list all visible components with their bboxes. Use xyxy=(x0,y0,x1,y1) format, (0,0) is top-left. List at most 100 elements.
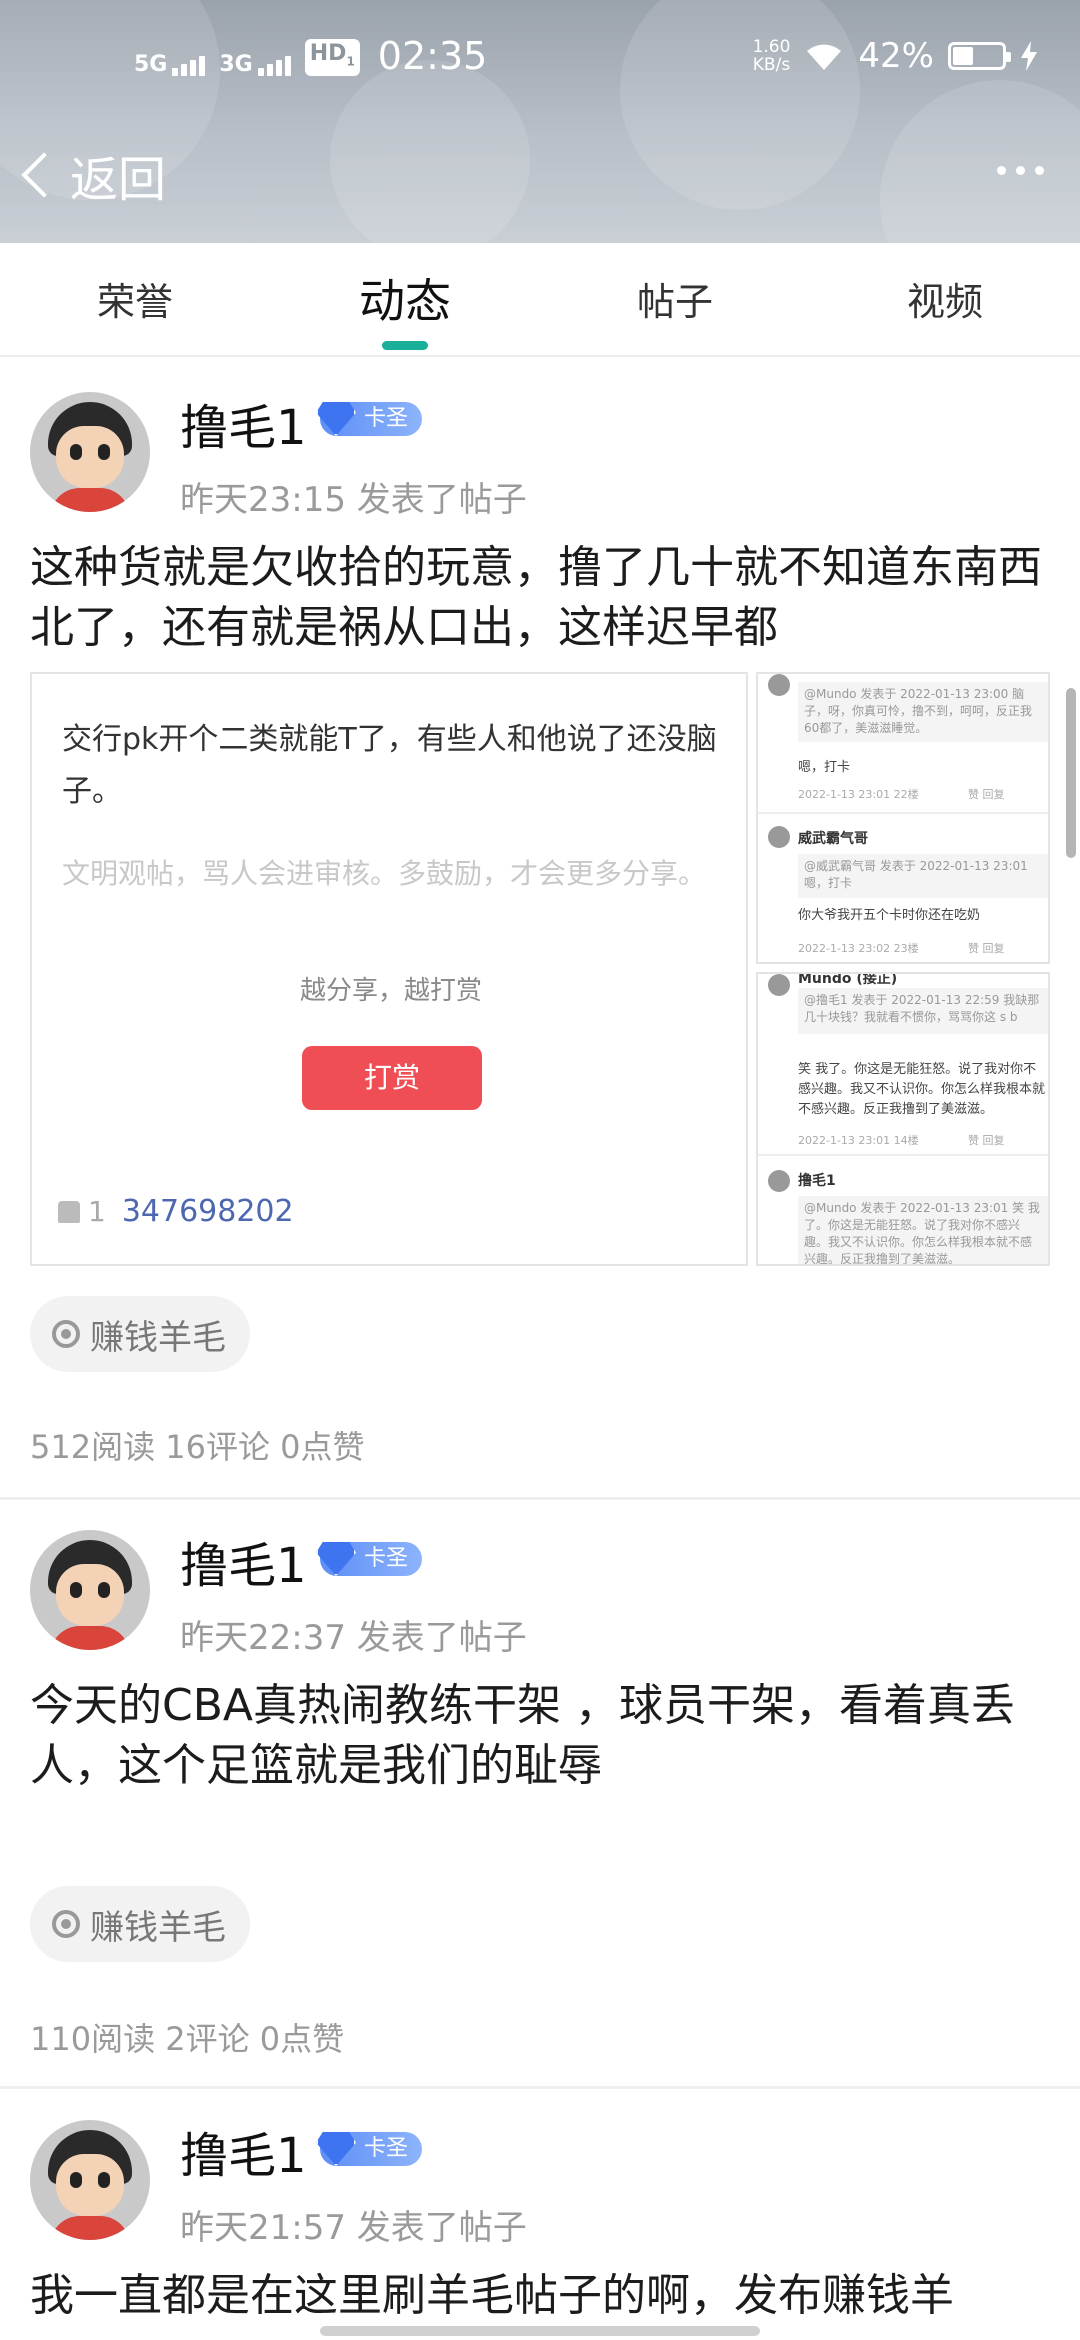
level-badge: 卡圣 xyxy=(316,1540,422,1576)
target-icon xyxy=(52,1910,80,1938)
level-badge: 卡圣 xyxy=(316,400,422,436)
tab-activity[interactable]: 动态 xyxy=(305,265,505,331)
mini-quote: @撸毛1 发表于 2022-01-13 22:59 我缺那几十块钱？我就看不惯你… xyxy=(798,988,1048,1034)
more-options-button[interactable] xyxy=(997,166,1044,175)
profile-header: 5G 3G HD1 02:35 1.60 KB/s 42% 返回 xyxy=(0,0,1080,243)
avatar[interactable] xyxy=(30,1530,150,1650)
signal-5g-label: 5G xyxy=(134,52,168,77)
back-button[interactable]: 返回 xyxy=(21,140,167,210)
mini-quote: @Mundo 发表于 2022-01-13 23:01 笑 我了。你这是无能狂怒… xyxy=(798,1196,1048,1264)
hd-sub-label: 1 xyxy=(346,54,355,68)
chevron-left-icon xyxy=(21,152,67,198)
mini-quote: @Mundo 发表于 2022-01-13 23:00 脑子，呀，你真可怜，撸不… xyxy=(798,682,1048,742)
post-content[interactable]: 今天的CBA真热闹教练干架 ，球员干架，看着真丢人，这个足篮就是我们的耻辱 xyxy=(30,1676,1050,1796)
topic-tag[interactable]: 赚钱羊毛 xyxy=(30,1296,250,1372)
image-share-text: 越分享，越打赏 xyxy=(299,976,482,1006)
post-divider xyxy=(0,2086,1080,2089)
active-tab-indicator xyxy=(382,341,428,350)
battery-percent: 42% xyxy=(858,36,934,76)
post-content[interactable]: 这种货就是欠收拾的玩意，撸了几十就不知道东南西北了，还有就是祸从口出，这样迟早都 xyxy=(30,538,1050,658)
thumbs-up-icon xyxy=(58,1200,80,1223)
mini-quote: @威武霸气哥 发表于 2022-01-13 23:01 嗯，打卡 xyxy=(798,854,1048,898)
topic-tag-label: 赚钱羊毛 xyxy=(90,1907,226,1948)
post-content[interactable]: 我一直都是在这里刷羊毛帖子的啊，发布赚钱羊 xyxy=(30,2266,1050,2326)
level-badge-label: 卡圣 xyxy=(364,1546,409,1571)
diamond-icon xyxy=(316,2130,356,2166)
profile-tabs: 荣誉 动态 帖子 视频 xyxy=(0,243,1080,357)
more-dot-icon xyxy=(1035,166,1044,175)
mini-comment: 撸毛1 @Mundo 发表于 2022-01-13 23:01 笑 我了。你这是… xyxy=(768,1162,1048,1264)
status-bar: 5G 3G HD1 02:35 1.60 KB/s 42% xyxy=(0,0,1080,120)
mini-divider xyxy=(758,812,1048,814)
mini-actions: 赞 回复 xyxy=(968,942,1005,955)
mini-avatar xyxy=(768,674,790,696)
battery-fill xyxy=(953,47,973,65)
mini-text: 你大爷我开五个卡时你还在吃奶 xyxy=(798,908,981,923)
image-like-row: 1 347698202 xyxy=(58,1194,294,1229)
signal-3g-label: 3G xyxy=(219,52,253,77)
scrollbar-thumb[interactable] xyxy=(1066,688,1076,858)
diamond-icon xyxy=(316,400,356,436)
post-meta: 昨天21:57 发表了帖子 xyxy=(180,2208,527,2248)
tab-posts[interactable]: 帖子 xyxy=(575,271,775,326)
charging-bolt-icon xyxy=(1021,41,1037,71)
back-label: 返回 xyxy=(70,152,167,208)
image-question-text: 交行pk开个二类就能T了，有些人和他说了还没脑子。 xyxy=(62,722,717,809)
post-image-thumbnail[interactable]: @Mundo 发表于 2022-01-13 23:00 脑子，呀，你真可怜，撸不… xyxy=(756,672,1050,964)
post-meta: 昨天23:15 发表了帖子 xyxy=(180,480,527,520)
network-speed: 1.60 KB/s xyxy=(753,38,791,74)
mini-avatar xyxy=(768,826,790,848)
level-badge-label: 卡圣 xyxy=(364,406,409,431)
network-speed-unit: KB/s xyxy=(752,55,791,75)
clock: 02:35 xyxy=(377,34,488,78)
feed-post[interactable]: 撸毛1 卡圣 昨天22:37 发表了帖子 今天的CBA真热闹教练干架 ，球员干架… xyxy=(0,1500,1080,2088)
post-image-thumbnail[interactable]: Mundo (接正) @撸毛1 发表于 2022-01-13 22:59 我缺那… xyxy=(756,972,1050,1266)
mini-text: 嗯，打卡 xyxy=(798,760,851,775)
post-stats: 110阅读 2评论 0点赞 xyxy=(30,2020,345,2058)
diamond-icon xyxy=(316,1540,356,1576)
avatar[interactable] xyxy=(30,392,150,512)
image-reward-button: 打赏 xyxy=(302,1046,482,1110)
mini-actions: 赞 回复 xyxy=(968,788,1005,801)
mini-comment: Mundo (接正) @撸毛1 发表于 2022-01-13 22:59 我缺那… xyxy=(768,972,1048,1154)
target-icon xyxy=(52,1320,80,1348)
more-dot-icon xyxy=(997,166,1006,175)
mini-avatar xyxy=(768,1170,790,1192)
image-uid: 347698202 xyxy=(121,1194,294,1229)
topic-tag[interactable]: 赚钱羊毛 xyxy=(30,1886,250,1962)
mini-comment: @Mundo 发表于 2022-01-13 23:00 脑子，呀，你真可怜，撸不… xyxy=(768,674,1048,814)
mini-name: Mundo (接正) xyxy=(798,972,898,987)
hd-voice-icon: HD1 xyxy=(304,38,360,76)
mini-name: 撸毛1 xyxy=(798,1173,836,1189)
home-indicator[interactable] xyxy=(320,2326,760,2336)
tab-honor[interactable]: 荣誉 xyxy=(35,271,235,326)
post-username[interactable]: 撸毛1 xyxy=(180,388,307,458)
post-username[interactable]: 撸毛1 xyxy=(180,2116,307,2186)
mini-avatar xyxy=(768,974,790,996)
post-stats: 512阅读 16评论 0点赞 xyxy=(30,1428,365,1466)
network-speed-value: 1.60 xyxy=(752,37,791,57)
image-like-count: 1 xyxy=(88,1195,106,1228)
more-dot-icon xyxy=(1016,166,1025,175)
avatar[interactable] xyxy=(30,2120,150,2240)
topic-tag-label: 赚钱羊毛 xyxy=(90,1317,226,1358)
post-meta: 昨天22:37 发表了帖子 xyxy=(180,1618,527,1658)
signal-3g-icon: 3G xyxy=(219,52,291,77)
hd-label: HD xyxy=(309,40,347,66)
mini-name: 威武霸气哥 xyxy=(798,831,868,847)
mini-actions: 赞 回复 xyxy=(968,1134,1005,1147)
signal-5g-icon: 5G xyxy=(134,52,206,77)
image-hint-text: 文明观帖，骂人会进审核。多鼓励，才会更多分享。 xyxy=(62,857,707,890)
tab-videos[interactable]: 视频 xyxy=(845,271,1045,326)
nav-bar: 返回 xyxy=(0,130,1080,210)
mini-comment: 威武霸气哥 @威武霸气哥 发表于 2022-01-13 23:01 嗯，打卡 你… xyxy=(768,820,1048,960)
battery-icon xyxy=(948,42,1011,70)
post-username[interactable]: 撸毛1 xyxy=(180,1526,307,1596)
post-image-screenshot[interactable]: 交行pk开个二类就能T了，有些人和他说了还没脑子。 文明观帖，骂人会进审核。多鼓… xyxy=(30,672,748,1266)
feed-post[interactable]: 撸毛1 卡圣 昨天21:57 发表了帖子 我一直都是在这里刷羊毛帖子的啊，发布赚… xyxy=(0,2090,1080,2340)
mini-divider xyxy=(758,1154,1048,1156)
wifi-icon xyxy=(807,44,842,70)
level-badge: 卡圣 xyxy=(316,2130,422,2166)
level-badge-label: 卡圣 xyxy=(364,2136,409,2161)
mini-text: 笑 我了。你这是无能狂怒。说了我对你不感兴趣。我又不认识你。你怎么样我根本就不感… xyxy=(798,1062,1046,1117)
